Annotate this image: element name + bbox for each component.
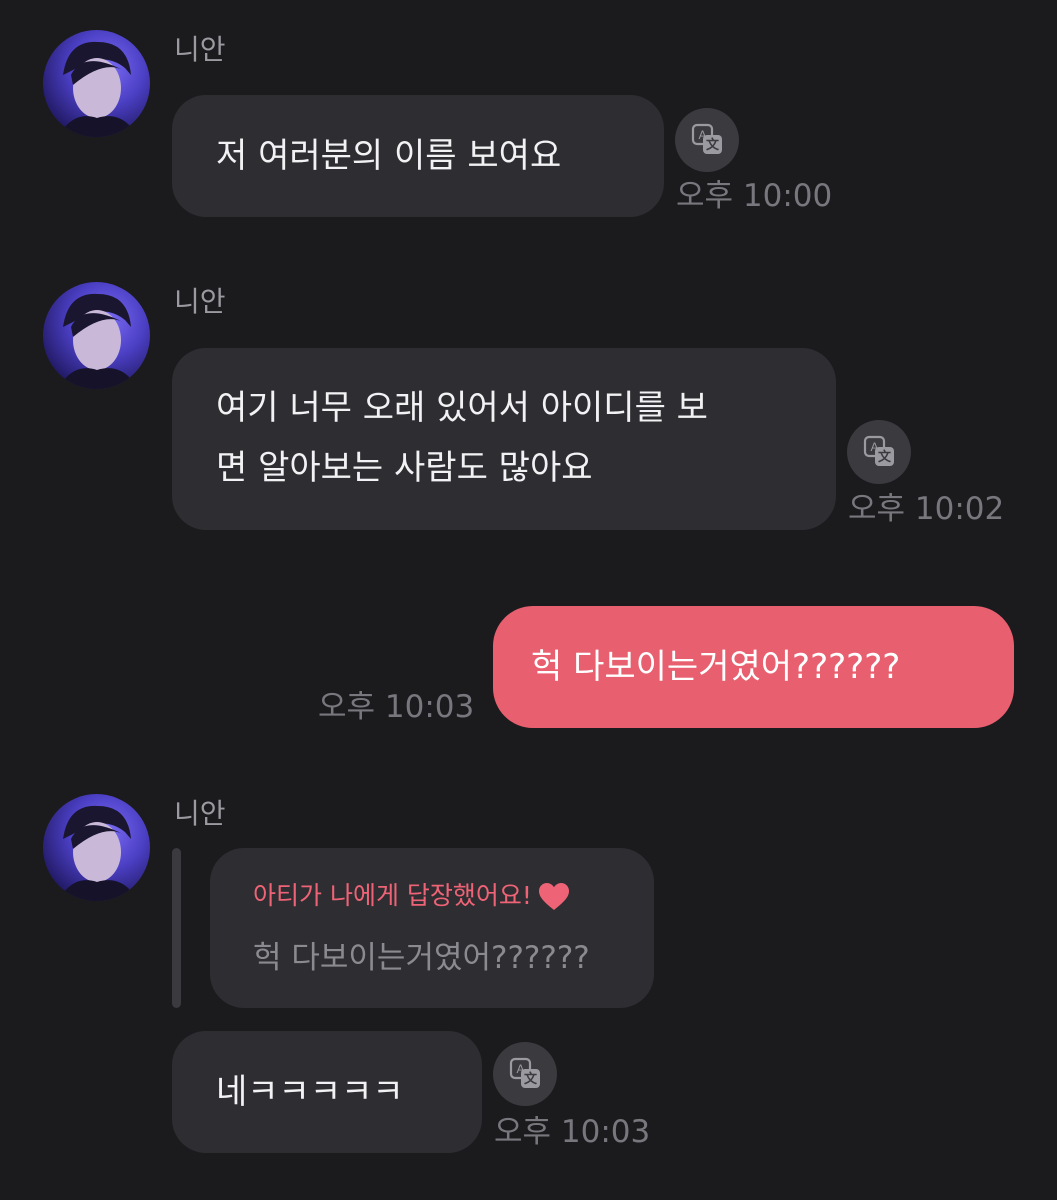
outgoing-message-bubble[interactable]: 헉 다보이는거였어?????? [493, 606, 1014, 728]
message-timestamp: 오후 10:03 [494, 1114, 651, 1150]
sender-avatar[interactable] [43, 794, 150, 901]
avatar-image [58, 805, 138, 901]
heart-icon [538, 883, 569, 910]
message-text-line: 네ㅋㅋㅋㅋㅋ [216, 1072, 404, 1112]
translate-icon: A 文 [863, 435, 894, 466]
reply-header: 아티가 나에게 답장했어요! [253, 878, 614, 914]
message-bubble[interactable]: 저 여러분의 이름 보여요 [172, 95, 664, 217]
message-text-line: 헉 다보이는거였어?????? [531, 647, 901, 687]
quoted-reply[interactable]: 아티가 나에게 답장했어요! 헉 다보이는거였어?????? [210, 848, 654, 1008]
quoted-message-text: 헉 다보이는거였어?????? [253, 940, 590, 976]
avatar-image [58, 41, 138, 137]
sender-name: 니안 [174, 33, 226, 66]
translate-button[interactable]: A 文 [675, 108, 739, 172]
message-text-line: 면 알아보는 사람도 많아요 [216, 448, 593, 488]
translate-button[interactable]: A 文 [847, 420, 911, 484]
sender-name: 니안 [174, 285, 226, 318]
message-timestamp: 오후 10:02 [848, 491, 1005, 527]
message-timestamp: 오후 10:03 [318, 689, 475, 725]
message-timestamp: 오후 10:00 [676, 178, 833, 214]
message-bubble[interactable]: 네ㅋㅋㅋㅋㅋ [172, 1031, 482, 1153]
translate-icon: A 文 [509, 1057, 540, 1088]
sender-name: 니안 [174, 797, 226, 830]
svg-text:文: 文 [524, 1071, 538, 1086]
message-text-line: 저 여러분의 이름 보여요 [216, 136, 562, 176]
svg-text:文: 文 [706, 137, 720, 152]
message-bubble[interactable]: 여기 너무 오래 있어서 아이디를 보 면 알아보는 사람도 많아요 [172, 348, 836, 530]
reply-header-text: 아티가 나에게 답장했어요! [253, 881, 532, 910]
translate-icon: A 文 [691, 123, 722, 154]
message-text-line: 여기 너무 오래 있어서 아이디를 보 [216, 388, 708, 428]
translate-button[interactable]: A 文 [493, 1042, 557, 1106]
avatar-image [58, 293, 138, 389]
svg-text:文: 文 [878, 449, 892, 464]
sender-avatar[interactable] [43, 30, 150, 137]
reply-indicator-bar [172, 848, 181, 1008]
sender-avatar[interactable] [43, 282, 150, 389]
